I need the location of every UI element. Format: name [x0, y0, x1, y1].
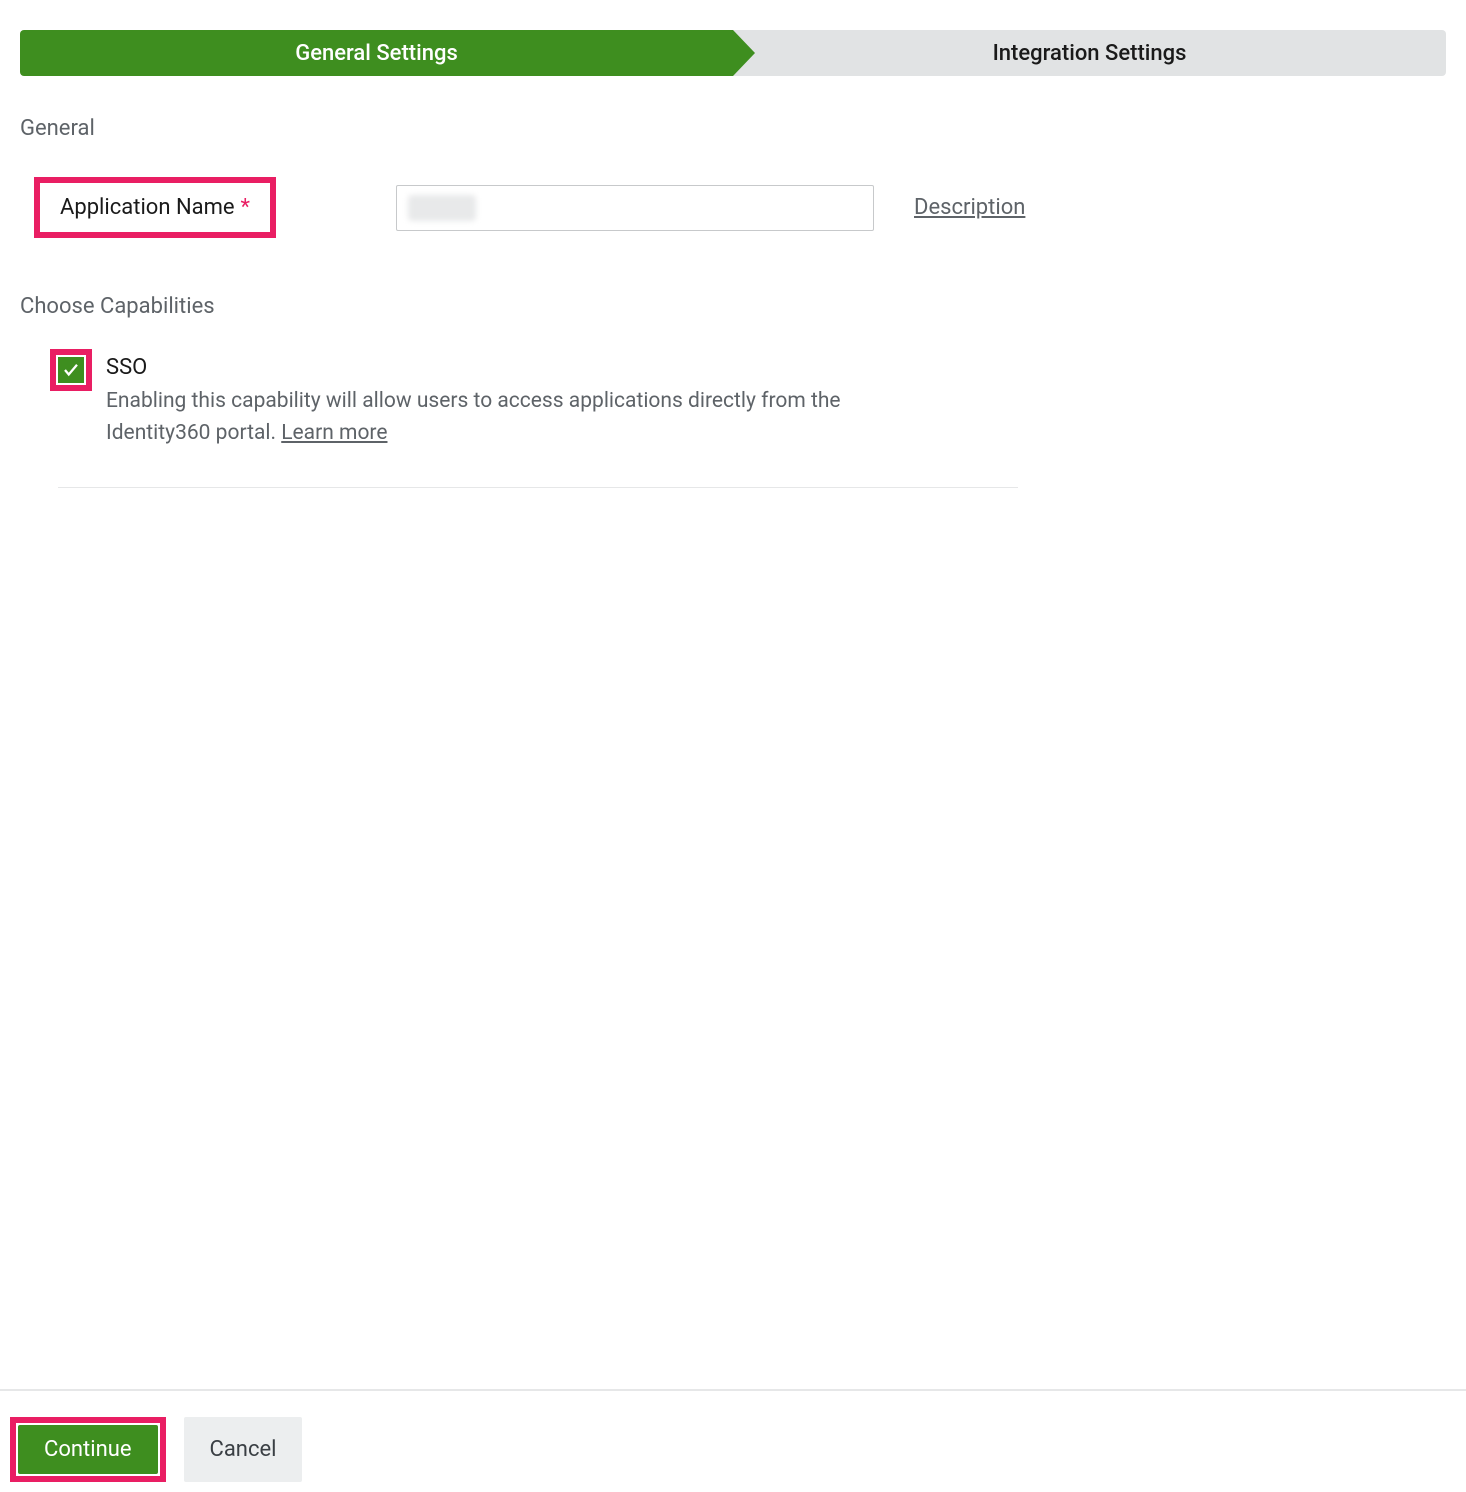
step-label: Integration Settings [993, 41, 1187, 66]
sso-checkbox[interactable] [58, 357, 84, 383]
app-name-label: Application Name [60, 195, 235, 220]
capability-divider [58, 487, 1018, 488]
sso-description: Enabling this capability will allow user… [106, 386, 926, 449]
capabilities-section: Choose Capabilities SSO Enabling this ca… [0, 294, 1466, 488]
learn-more-link[interactable]: Learn more [281, 421, 387, 445]
required-asterisk: * [241, 195, 250, 220]
sso-checkbox-highlight [50, 349, 92, 391]
app-name-label-highlight: Application Name * [34, 177, 276, 238]
wizard-stepper: General Settings Integration Settings [20, 30, 1446, 76]
step-integration-settings[interactable]: Integration Settings [733, 30, 1446, 76]
step-general-settings[interactable]: General Settings [20, 30, 733, 76]
sso-title: SSO [106, 355, 926, 380]
cancel-button[interactable]: Cancel [184, 1417, 303, 1482]
application-name-row: Application Name * Description [34, 177, 1466, 238]
general-section-heading: General [20, 116, 1466, 141]
step-label: General Settings [295, 41, 458, 66]
sso-content: SSO Enabling this capability will allow … [106, 349, 926, 449]
app-name-value-blurred [408, 195, 476, 221]
capability-sso-row: SSO Enabling this capability will allow … [50, 349, 1466, 449]
app-name-input-wrap [396, 185, 874, 231]
capabilities-section-heading: Choose Capabilities [20, 294, 1466, 319]
continue-button-highlight: Continue [10, 1417, 166, 1482]
footer-actions: Continue Cancel [0, 1389, 1466, 1482]
continue-button[interactable]: Continue [18, 1425, 158, 1474]
description-link[interactable]: Description [914, 195, 1025, 220]
check-icon [62, 361, 80, 379]
sso-description-text: Enabling this capability will allow user… [106, 389, 841, 445]
